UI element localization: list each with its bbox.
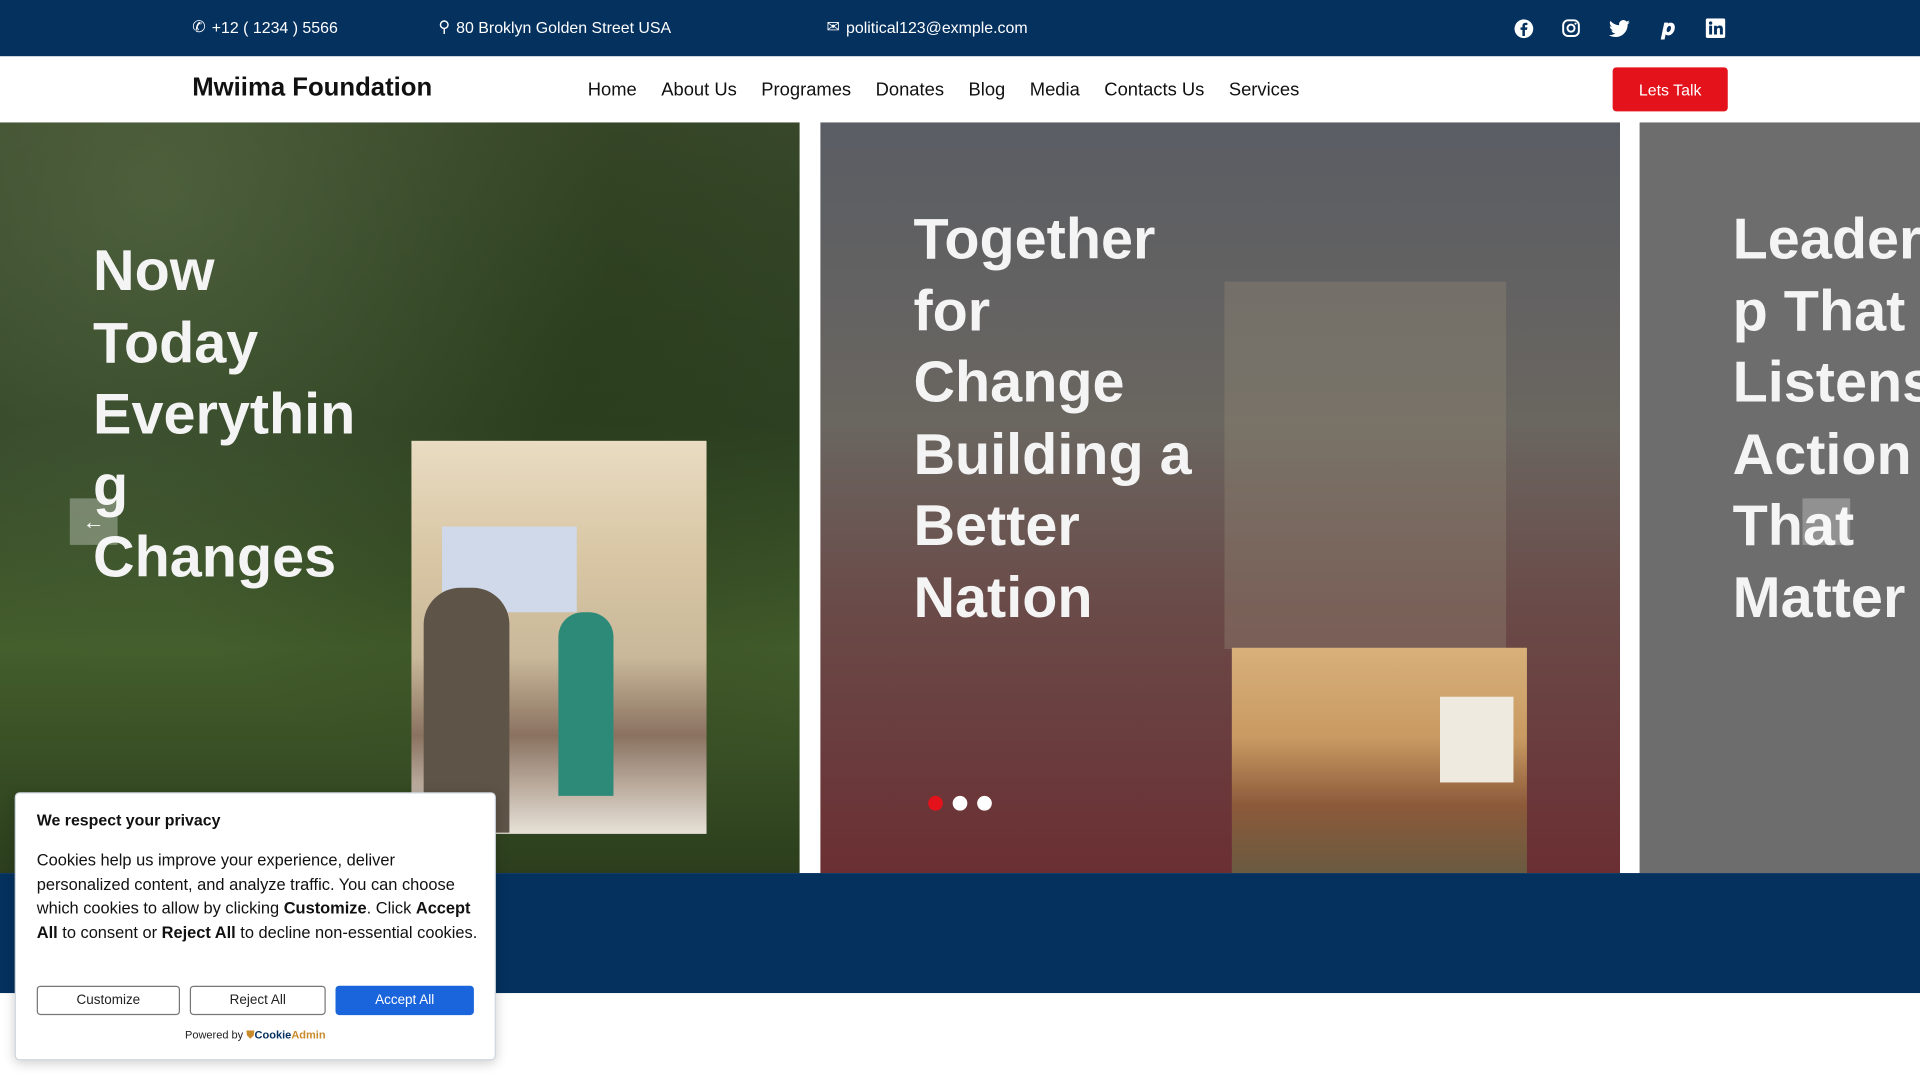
powered-by-text: Powered by [184, 1028, 244, 1041]
slide-2-headline: Together for Change Building a Better Na… [913, 203, 1191, 633]
carousel-next-button[interactable] [1802, 498, 1851, 545]
headline-line: g [93, 452, 129, 518]
brand-cookie: Cookie [254, 1028, 292, 1041]
site-logo[interactable]: Mwiima Foundation [192, 73, 432, 102]
nav-blog[interactable]: Blog [969, 80, 1006, 101]
phone-text: +12 ( 1234 ) 5566 [211, 17, 338, 37]
cookie-text-bold: Reject All [161, 922, 236, 942]
hero-carousel: Now Today Everythin g Changes Together f… [0, 122, 1920, 874]
top-bar: ✆ +12 ( 1234 ) 5566 ⚲ 80 Broklyn Golden St… [0, 0, 1920, 57]
slide-3-headline: Leader p That Listens Action That Matter [1733, 203, 1920, 633]
headline-line: Today [93, 309, 259, 375]
headline-line: Action [1732, 420, 1912, 486]
nav-services[interactable]: Services [1229, 80, 1299, 101]
reject-all-button[interactable]: Reject All [189, 985, 326, 1016]
carousel-dots [928, 795, 992, 811]
headline-line: Better [913, 492, 1080, 558]
headline-line: Listens [1732, 348, 1920, 414]
headline-line: for [913, 277, 991, 343]
headline-line: p That [1732, 277, 1906, 343]
main-nav: Mwiima Foundation Home About Us Programe… [0, 56, 1920, 123]
arrow-left-icon: ← [82, 508, 105, 534]
phone-icon: ✆ [192, 17, 206, 36]
slide-2: Together for Change Building a Better Na… [820, 122, 1621, 874]
slide-1-headline: Now Today Everythin g Changes [93, 235, 355, 593]
pinterest-icon[interactable]: 𝒑 [1656, 16, 1680, 40]
email-contact[interactable]: ✉ political123@exmple.com [827, 17, 1028, 37]
carousel-prev-button[interactable]: ← [69, 498, 118, 545]
flipchart [1440, 696, 1514, 783]
carousel-dot-2[interactable] [952, 795, 968, 811]
nav-contacts-us[interactable]: Contacts Us [1104, 80, 1204, 101]
headline-line: Together [913, 205, 1156, 271]
cookie-text: to decline non-essential cookies. [235, 922, 478, 942]
slide-1: Now Today Everythin g Changes [0, 122, 800, 874]
powered-by: Powered by ⛊CookieAdmin [16, 1029, 495, 1042]
brand-admin: Admin [291, 1028, 326, 1041]
nav-menu: Home About Us Programes Donates Blog Med… [588, 80, 1300, 101]
headline-line: Leader [1732, 205, 1920, 271]
cookie-text: . Click [366, 898, 416, 918]
accept-all-button[interactable]: Accept All [335, 985, 474, 1016]
address-contact: ⚲ 80 Broklyn Golden Street USA [438, 17, 671, 37]
slide-3: Leader p That Listens Action That Matter [1639, 122, 1920, 874]
mail-icon: ✉ [826, 17, 840, 36]
nav-home[interactable]: Home [588, 80, 637, 101]
headline-line: Now [93, 237, 215, 303]
slide-2-meeting-photo [1231, 647, 1527, 874]
linkedin-icon[interactable] [1703, 16, 1727, 40]
cathedral-background [1224, 281, 1507, 649]
nav-programes[interactable]: Programes [761, 80, 851, 101]
presenter-figure [558, 612, 614, 796]
nav-about-us[interactable]: About Us [661, 80, 737, 101]
email-text: political123@exmple.com [846, 17, 1028, 37]
slide-1-workshop-photo [411, 440, 707, 834]
nav-media[interactable]: Media [1030, 80, 1080, 101]
headline-line: Everythin [93, 380, 356, 446]
cookie-title: We respect your privacy [36, 810, 221, 829]
headline-line: Matter [1732, 563, 1906, 629]
headline-line: Changes [93, 524, 337, 589]
customize-button[interactable]: Customize [36, 985, 181, 1016]
instagram-icon[interactable] [1559, 16, 1583, 40]
headline-line: Change [913, 348, 1125, 414]
twitter-icon[interactable] [1607, 16, 1631, 40]
cookieadmin-shield-icon: ⛊ [246, 1028, 255, 1041]
lets-talk-button[interactable]: Lets Talk [1612, 67, 1728, 112]
phone-contact[interactable]: ✆ +12 ( 1234 ) 5566 [192, 17, 338, 37]
address-text: 80 Broklyn Golden Street USA [456, 17, 672, 37]
cookie-text-bold: Customize [283, 898, 367, 918]
carousel-dot-3[interactable] [977, 795, 992, 811]
carousel-dot-1[interactable] [928, 795, 943, 811]
nav-donates[interactable]: Donates [876, 80, 944, 101]
cookie-body: Cookies help us improve your experience,… [37, 849, 478, 945]
headline-line: Nation [913, 563, 1093, 629]
cookie-consent-banner: We respect your privacy Cookies help us … [14, 792, 496, 1061]
facebook-icon[interactable] [1511, 16, 1535, 40]
headline-line: Building a [913, 420, 1192, 486]
cookie-text: to consent or [57, 922, 162, 942]
location-pin-icon: ⚲ [438, 17, 451, 36]
